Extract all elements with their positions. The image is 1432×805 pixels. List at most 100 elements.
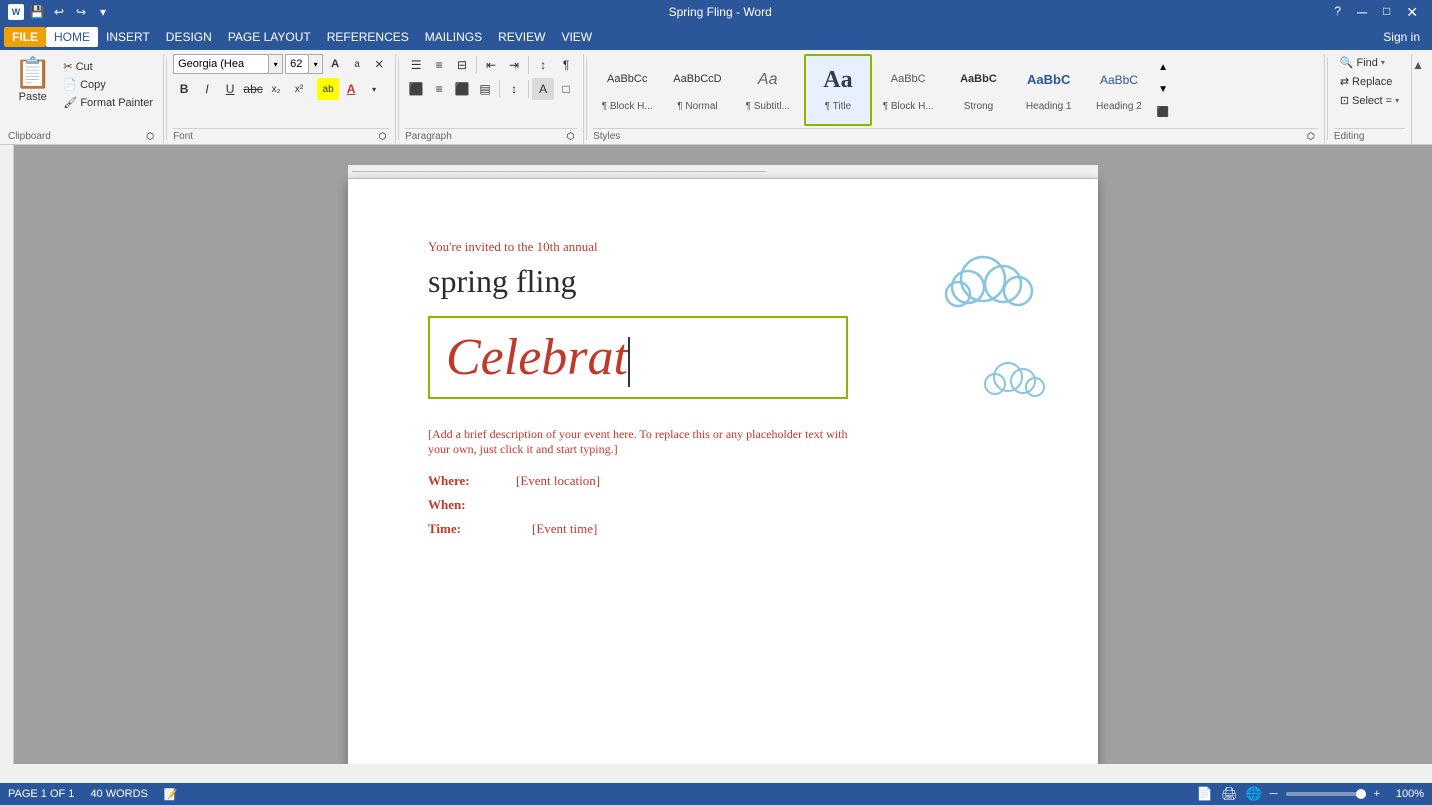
strikethrough-button[interactable]: abc bbox=[242, 78, 264, 100]
invite-text[interactable]: You're invited to the 10th annual bbox=[428, 239, 1018, 255]
font-shrink-button[interactable]: a bbox=[347, 54, 367, 74]
bold-button[interactable]: B bbox=[173, 78, 195, 100]
word-count: 40 WORDS bbox=[90, 788, 147, 800]
replace-button[interactable]: ⇄ Replace bbox=[1334, 73, 1399, 90]
where-value[interactable]: [Event location] bbox=[516, 473, 600, 489]
document-scroll[interactable]: ────────────────────────────────────────… bbox=[14, 145, 1432, 764]
font-expand[interactable]: ⬡ bbox=[376, 130, 389, 144]
menu-design[interactable]: DESIGN bbox=[158, 27, 220, 47]
style-title-preview: Aa bbox=[807, 59, 869, 101]
clear-formatting-button[interactable]: ✕ bbox=[369, 54, 389, 74]
close-button[interactable]: ✕ bbox=[1400, 4, 1424, 21]
style-block-h2[interactable]: AaBbC ¶ Block H... bbox=[874, 54, 942, 126]
paste-button[interactable]: 📋 Paste bbox=[8, 54, 57, 105]
paragraph-expand[interactable]: ⬡ bbox=[564, 130, 577, 144]
view-print-button[interactable]: 🖨 bbox=[1221, 786, 1238, 802]
description-text[interactable]: [Add a brief description of your event h… bbox=[428, 427, 848, 457]
superscript-button[interactable]: x² bbox=[288, 78, 310, 100]
where-field[interactable]: Where: [Event location] bbox=[428, 473, 1018, 489]
decrease-indent-button[interactable]: ⇤ bbox=[480, 54, 502, 76]
redo-button[interactable]: ↪ bbox=[72, 3, 90, 21]
italic-button[interactable]: I bbox=[196, 78, 218, 100]
menu-references[interactable]: REFERENCES bbox=[319, 27, 417, 47]
vertical-ruler bbox=[0, 145, 14, 764]
when-field[interactable]: When: bbox=[428, 497, 1018, 513]
font-name-value: Georgia (Hea bbox=[174, 57, 268, 71]
shading-button[interactable]: A bbox=[532, 78, 554, 100]
menu-home[interactable]: HOME bbox=[46, 27, 98, 47]
justify-button[interactable]: ▤ bbox=[474, 78, 496, 100]
help-button[interactable]: ? bbox=[1328, 4, 1347, 21]
copy-button[interactable]: 📄 Copy bbox=[59, 76, 157, 93]
align-right-button[interactable]: ⬛ bbox=[451, 78, 473, 100]
line-spacing-button[interactable]: ↕ bbox=[503, 78, 525, 100]
sort-button[interactable]: ↕ bbox=[532, 54, 554, 76]
find-button[interactable]: 🔍 Find ▾ bbox=[1334, 54, 1391, 71]
style-strong[interactable]: AaBbC Strong bbox=[944, 54, 1012, 126]
menu-mailings[interactable]: MAILINGS bbox=[417, 27, 490, 47]
font-color-button[interactable]: A bbox=[340, 78, 362, 100]
bullets-button[interactable]: ☰ bbox=[405, 54, 427, 76]
view-web-button[interactable]: 🌐 bbox=[1246, 786, 1262, 802]
document-page[interactable]: You're invited to the 10th annual spring… bbox=[348, 179, 1098, 764]
borders-button[interactable]: □ bbox=[555, 78, 577, 100]
save-button[interactable]: 💾 bbox=[28, 3, 46, 21]
style-heading2[interactable]: AaBbC Heading 2 bbox=[1085, 54, 1153, 126]
quick-access-arrow[interactable]: ▾ bbox=[94, 3, 112, 21]
zoom-slider[interactable] bbox=[1286, 792, 1366, 796]
increase-indent-button[interactable]: ⇥ bbox=[503, 54, 525, 76]
subscript-button[interactable]: x₂ bbox=[265, 78, 287, 100]
menu-page-layout[interactable]: PAGE LAYOUT bbox=[220, 27, 319, 47]
font-name-selector[interactable]: Georgia (Hea ▾ bbox=[173, 54, 283, 74]
style-subtitle[interactable]: Aa ¶ Subtitl... bbox=[734, 54, 802, 126]
font-size-selector[interactable]: 62 ▾ bbox=[285, 54, 323, 74]
menu-insert[interactable]: INSERT bbox=[98, 27, 158, 47]
celebrate-box[interactable]: Celebrat bbox=[428, 316, 848, 399]
multilevel-button[interactable]: ⊟ bbox=[451, 54, 473, 76]
time-field[interactable]: Time: [Event time] bbox=[428, 521, 1018, 537]
styles-expand[interactable]: ⬡ bbox=[1304, 130, 1318, 144]
menu-review[interactable]: REVIEW bbox=[490, 27, 553, 47]
underline-button[interactable]: U bbox=[219, 78, 241, 100]
text-highlight-button[interactable]: ab bbox=[317, 78, 339, 100]
font-grow-button[interactable]: A bbox=[325, 54, 345, 74]
styles-scroll-up[interactable]: ▲ bbox=[1155, 62, 1171, 73]
proofing-icon[interactable]: 📝 bbox=[164, 788, 178, 801]
style-normal[interactable]: AaBbCcD ¶ Normal bbox=[663, 54, 731, 126]
undo-button[interactable]: ↩ bbox=[50, 3, 68, 21]
style-title[interactable]: Aa ¶ Title bbox=[804, 54, 872, 126]
cut-button[interactable]: ✂ Cut bbox=[59, 58, 157, 75]
styles-list: AaBbCc ¶ Block H... AaBbCcD ¶ Normal Aa … bbox=[593, 54, 1153, 126]
minimize-button[interactable]: ─ bbox=[1351, 4, 1373, 21]
styles-scroll-buttons[interactable]: ▲ ▼ ⬛ bbox=[1155, 54, 1171, 126]
menu-view[interactable]: VIEW bbox=[553, 27, 600, 47]
ribbon-collapse-button[interactable]: ▲ bbox=[1412, 54, 1428, 144]
select-arrow: ▾ bbox=[1395, 96, 1399, 105]
style-block-h2-label: ¶ Block H... bbox=[883, 101, 934, 112]
zoom-out-button[interactable]: ─ bbox=[1270, 788, 1278, 800]
menu-file[interactable]: FILE bbox=[4, 27, 46, 47]
zoom-in-button[interactable]: + bbox=[1374, 788, 1380, 800]
sign-in-link[interactable]: Sign in bbox=[1375, 30, 1428, 44]
celebrate-text[interactable]: Celebrat bbox=[446, 329, 628, 386]
document-title[interactable]: spring fling bbox=[428, 263, 1018, 300]
styles-group: AaBbCc ¶ Block H... AaBbCcD ¶ Normal Aa … bbox=[589, 54, 1325, 144]
style-block-h[interactable]: AaBbCc ¶ Block H... bbox=[593, 54, 661, 126]
paragraph-group: ☰ ≡ ⊟ ⇤ ⇥ ↕ ¶ ⬛ ≡ ⬛ ▤ ↕ bbox=[401, 54, 584, 144]
align-center-button[interactable]: ≡ bbox=[428, 78, 450, 100]
select-button[interactable]: ⊡ Select = ▾ bbox=[1334, 92, 1405, 109]
styles-scroll-down[interactable]: ▼ bbox=[1155, 84, 1171, 95]
format-painter-button[interactable]: 🖌 Format Painter bbox=[59, 94, 157, 111]
time-value[interactable]: [Event time] bbox=[532, 521, 597, 537]
show-marks-button[interactable]: ¶ bbox=[555, 54, 577, 76]
menu-bar: FILE HOME INSERT DESIGN PAGE LAYOUT REFE… bbox=[0, 24, 1432, 50]
align-left-button[interactable]: ⬛ bbox=[405, 78, 427, 100]
clipboard-expand[interactable]: ⬡ bbox=[143, 130, 157, 144]
restore-button[interactable]: □ bbox=[1377, 4, 1396, 21]
view-read-button[interactable]: 📄 bbox=[1197, 786, 1213, 802]
style-heading1[interactable]: AaBbC Heading 1 bbox=[1015, 54, 1083, 126]
zoom-level[interactable]: 100% bbox=[1388, 788, 1424, 800]
numbering-button[interactable]: ≡ bbox=[428, 54, 450, 76]
styles-more[interactable]: ⬛ bbox=[1155, 107, 1171, 118]
font-color-arrow[interactable]: ▾ bbox=[363, 78, 385, 100]
